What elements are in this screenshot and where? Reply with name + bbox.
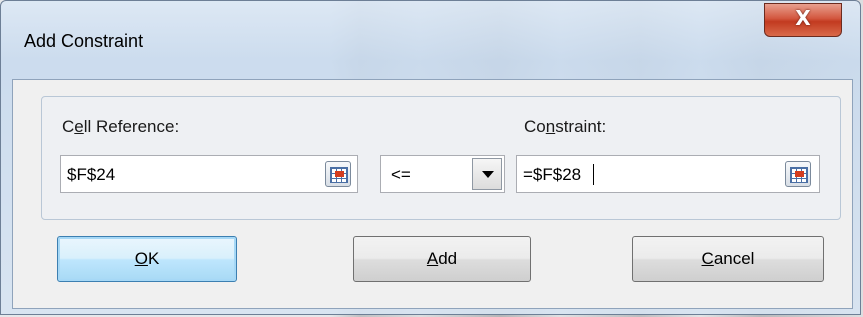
- cell-reference-value: $F$24: [67, 165, 116, 184]
- collapse-arrow-icon: [795, 171, 804, 177]
- constraint-collapse-button[interactable]: [785, 161, 811, 187]
- title-bar[interactable]: Add Constraint X: [1, 1, 862, 79]
- constraint-group: Cell Reference: $F$24 <= Constraint: =$F…: [41, 96, 841, 220]
- cell-reference-label: Cell Reference:: [62, 117, 180, 136]
- text-caret: [593, 164, 594, 185]
- close-button[interactable]: X: [764, 3, 842, 37]
- cell-reference-collapse-button[interactable]: [325, 161, 351, 187]
- dialog-body: Cell Reference: $F$24 <= Constraint: =$F…: [12, 79, 853, 309]
- ok-button[interactable]: OK: [57, 236, 237, 282]
- add-constraint-dialog: Add Constraint X Cell Reference: $F$24 <…: [0, 0, 861, 315]
- close-icon: X: [795, 6, 811, 30]
- cancel-button[interactable]: Cancel: [632, 236, 824, 282]
- add-button[interactable]: Add: [353, 236, 531, 282]
- collapse-arrow-icon: [335, 171, 344, 177]
- dialog-title: Add Constraint: [24, 31, 144, 51]
- operator-value: <=: [391, 165, 411, 184]
- chevron-down-icon[interactable]: [472, 158, 502, 190]
- operator-dropdown[interactable]: <=: [380, 155, 505, 193]
- constraint-label: Constraint:: [524, 117, 607, 136]
- cell-reference-input[interactable]: $F$24: [60, 155, 358, 193]
- constraint-value: =$F$28: [523, 165, 582, 184]
- constraint-input[interactable]: =$F$28: [516, 155, 820, 193]
